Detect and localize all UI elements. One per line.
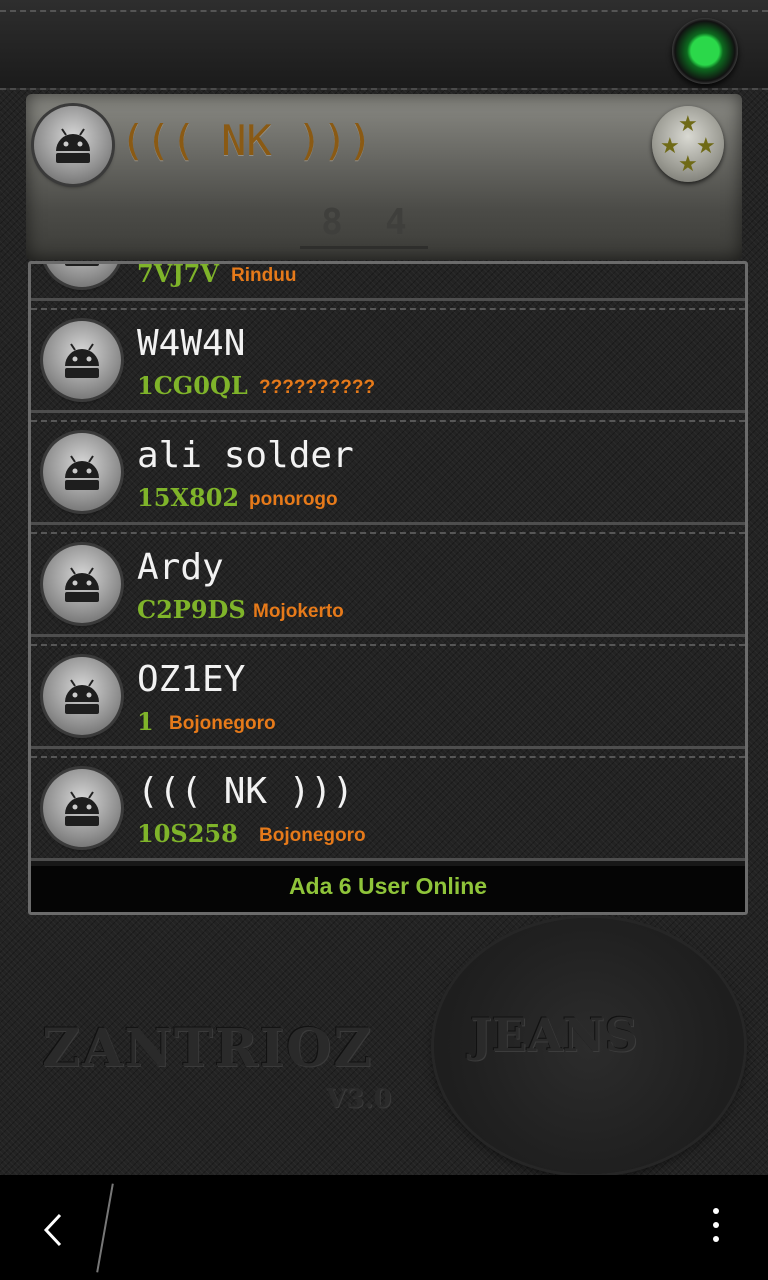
user-name: ali solder <box>137 435 354 476</box>
stitch-line <box>31 756 745 758</box>
user-code: C2P9DS <box>137 595 246 624</box>
stitch-line <box>31 644 745 646</box>
user-name: W4W4N <box>137 323 246 364</box>
user-city: ponorogo <box>249 489 338 510</box>
android-avatar-icon <box>43 264 121 287</box>
back-arrow-icon <box>43 1213 62 1247</box>
stitch-line <box>31 420 745 422</box>
android-robot-icon <box>65 264 99 266</box>
brand-version: V3.0 <box>326 1084 392 1114</box>
user-city: Bojonegoro <box>259 825 366 846</box>
stitch-line <box>0 10 768 12</box>
user-code: 7VJ7V <box>137 261 219 288</box>
user-city: Rinduu <box>231 265 297 286</box>
android-avatar-icon <box>43 657 121 735</box>
user-code: 10S258 <box>137 819 238 848</box>
list-item[interactable]: 7VJ7V Rinduu <box>31 261 745 301</box>
list-item[interactable]: ((( NK ))) 10S258 Bojonegoro <box>31 749 745 861</box>
android-robot-icon <box>65 455 99 490</box>
profile-name: ((( NK ))) <box>120 116 373 165</box>
nav-divider <box>96 1183 114 1273</box>
android-avatar-icon <box>43 433 121 511</box>
list-item[interactable]: OZ1EY 1 Bojonegoro <box>31 637 745 749</box>
android-robot-icon <box>65 679 99 714</box>
user-code: 1 <box>137 707 154 736</box>
counter-digit: 4 <box>364 202 428 249</box>
user-code: 15X802 <box>137 483 240 512</box>
list-item[interactable]: ali solder 15X802 ponorogo <box>31 413 745 525</box>
android-avatar-icon <box>43 769 121 847</box>
list-item[interactable]: Ardy C2P9DS Mojokerto <box>31 525 745 637</box>
android-robot-icon <box>65 567 99 602</box>
brand-name: ZANTRIOZ <box>42 1018 374 1079</box>
stars-badge-icon[interactable]: ★ ★ ★ ★ <box>652 106 724 182</box>
top-bar <box>0 0 768 90</box>
counter-digit: 8 <box>300 202 364 249</box>
stitch-line <box>31 532 745 534</box>
profile-header: ((( NK ))) ★ ★ ★ ★ 8 4 <box>26 94 742 260</box>
jeans-button[interactable]: JEANS <box>434 918 744 1174</box>
user-name: ((( NK ))) <box>137 771 354 812</box>
user-name: Ardy <box>137 547 224 588</box>
user-city: ?????????? <box>259 377 376 398</box>
android-robot-icon <box>56 128 90 163</box>
user-code: 1CG0QL <box>137 371 248 400</box>
stitch-line <box>31 308 745 310</box>
user-city: Mojokerto <box>253 601 344 622</box>
list-item[interactable]: W4W4N 1CG0QL ?????????? <box>31 301 745 413</box>
android-robot-icon <box>65 343 99 378</box>
user-city: Bojonegoro <box>169 713 276 734</box>
online-count-label: Ada 6 User Online <box>31 866 745 912</box>
online-users-list[interactable]: 7VJ7V Rinduu W4W4N 1CG0QL ?????????? ali… <box>28 261 748 915</box>
status-led-icon <box>672 18 738 84</box>
user-name: OZ1EY <box>137 659 246 700</box>
android-avatar-icon[interactable] <box>34 106 112 184</box>
android-avatar-icon <box>43 545 121 623</box>
navigation-bar <box>0 1175 768 1280</box>
back-button[interactable] <box>30 1205 80 1255</box>
android-avatar-icon <box>43 321 121 399</box>
overflow-menu-icon[interactable] <box>696 1205 736 1255</box>
jeans-label: JEANS <box>470 1008 638 1062</box>
android-robot-icon <box>65 791 99 826</box>
counter-display: 8 4 <box>300 202 428 249</box>
